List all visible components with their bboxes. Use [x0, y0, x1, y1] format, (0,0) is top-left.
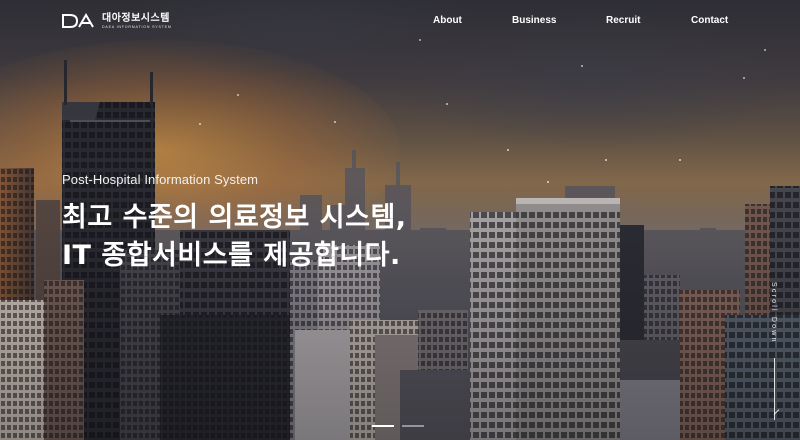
hero-subtitle: Post-Hospital Information System: [62, 172, 259, 187]
scroll-line: [774, 358, 775, 420]
scroll-down-label: Scroll Down: [770, 282, 777, 344]
nav-about[interactable]: About: [433, 15, 462, 26]
nav-recruit[interactable]: Recruit: [606, 15, 640, 26]
scroll-down-indicator[interactable]: Scroll Down: [768, 282, 782, 422]
nav-contact[interactable]: Contact: [691, 15, 728, 26]
site-header: 대아정보시스템 DAEA INFORMATION SYSTEM About Bu…: [0, 0, 800, 44]
slide-indicator-2[interactable]: [402, 425, 424, 427]
hero-headline: 최고 수준의 의료정보 시스템, IT 종합서비스를 제공합니다.: [62, 199, 407, 275]
hero-copy: Post-Hospital Information System 최고 수준의 …: [62, 172, 407, 275]
headline-line-1: 최고 수준의 의료정보 시스템,: [62, 202, 407, 233]
slide-indicator-1[interactable]: [372, 425, 394, 427]
main-nav: About Business Recruit Contact: [0, 15, 800, 31]
nav-business[interactable]: Business: [512, 15, 556, 26]
headline-line-2: IT 종합서비스를 제공합니다.: [62, 240, 401, 271]
slide-pagination: [372, 425, 424, 427]
